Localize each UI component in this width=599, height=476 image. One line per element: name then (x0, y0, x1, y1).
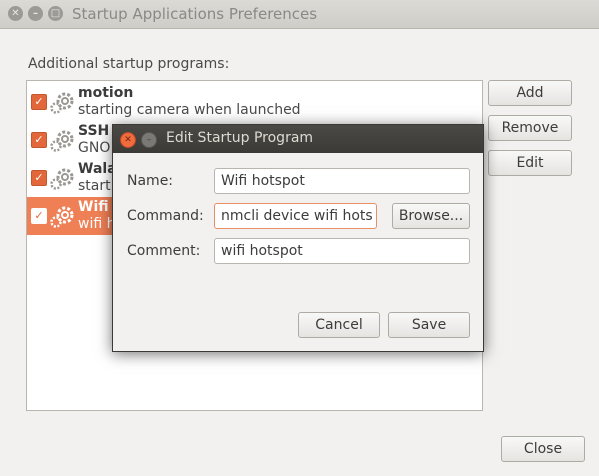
gears-icon (50, 92, 74, 114)
window-title: Startup Applications Preferences (72, 5, 318, 23)
gears-icon (50, 130, 74, 152)
close-icon[interactable]: ✕ (8, 6, 23, 21)
dialog-titlebar: ✕ – Edit Startup Program (113, 125, 483, 153)
section-label: Additional startup programs: (28, 56, 230, 72)
gears-icon (50, 206, 74, 228)
remove-button[interactable]: Remove (488, 115, 572, 141)
command-field[interactable]: nmcli device wifi hots (214, 203, 377, 229)
program-description: start (78, 178, 111, 194)
gears-icon (50, 168, 74, 190)
browse-button[interactable]: Browse... (392, 203, 470, 229)
list-item[interactable]: ✓ motion starting camera when launched (27, 83, 482, 121)
program-description: GNO (78, 140, 111, 156)
comment-label: Comment: (127, 243, 201, 259)
minimize-icon[interactable]: – (141, 132, 157, 148)
add-button[interactable]: Add (488, 80, 572, 106)
minimize-icon[interactable]: – (28, 6, 43, 21)
dialog-title: Edit Startup Program (166, 130, 314, 146)
edit-startup-program-dialog: ✕ – Edit Startup Program Name: Wifi hots… (112, 124, 484, 352)
name-label: Name: (127, 173, 174, 189)
program-name: Wala (78, 161, 117, 177)
checkmark-icon[interactable]: ✓ (31, 208, 47, 224)
checkmark-icon[interactable]: ✓ (31, 132, 47, 148)
program-name: SSH (78, 123, 110, 139)
cancel-button[interactable]: Cancel (298, 312, 380, 338)
main-window-titlebar: ✕ – □ Startup Applications Preferences (0, 0, 599, 29)
program-description: wifi h (78, 216, 116, 232)
checkmark-icon[interactable]: ✓ (31, 94, 47, 110)
close-button[interactable]: Close (501, 436, 585, 462)
edit-button[interactable]: Edit (488, 150, 572, 176)
comment-field[interactable]: wifi hotspot (214, 238, 470, 264)
save-button[interactable]: Save (388, 312, 470, 338)
program-name: Wifi (78, 199, 109, 215)
checkmark-icon[interactable]: ✓ (31, 170, 47, 186)
program-description: starting camera when launched (78, 102, 301, 118)
command-label: Command: (127, 208, 204, 224)
program-name: motion (78, 85, 134, 101)
name-field[interactable]: Wifi hotspot (214, 168, 470, 194)
maximize-icon[interactable]: □ (48, 6, 63, 21)
close-icon[interactable]: ✕ (120, 132, 136, 148)
